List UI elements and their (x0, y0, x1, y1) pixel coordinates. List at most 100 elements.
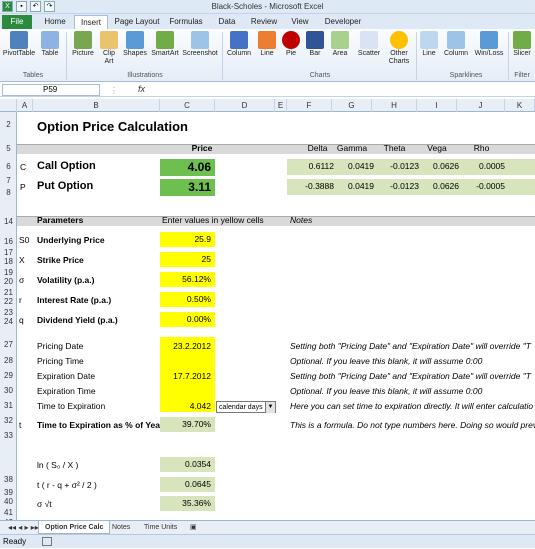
time-to-expiration-input[interactable]: 4.042 (160, 399, 215, 414)
row-header[interactable]: 18 (0, 257, 17, 266)
table-button[interactable]: Table (38, 31, 62, 58)
row-header[interactable]: 31 (0, 401, 17, 410)
dividend-yield-input[interactable]: 0.00% (160, 312, 215, 327)
sparkline-column-button[interactable]: Column (442, 31, 470, 58)
column-header[interactable]: B (33, 99, 160, 112)
column-header[interactable]: A (17, 99, 33, 112)
tab-file[interactable]: File (2, 15, 32, 29)
call-rho[interactable]: 0.0005 (459, 159, 505, 174)
row-header[interactable]: 38 (0, 475, 17, 484)
bar-chart-button[interactable]: Bar (304, 31, 326, 58)
tab-insert[interactable]: Insert (74, 15, 108, 29)
chevron-down-icon[interactable]: ▼ (265, 402, 275, 413)
row-header[interactable]: 19 (0, 268, 17, 277)
calc-value[interactable]: 35.36% (160, 496, 215, 511)
column-header[interactable]: D (215, 99, 275, 112)
row-header[interactable]: 5 (0, 144, 17, 153)
calc-value[interactable]: 0.0645 (160, 477, 215, 492)
column-header[interactable]: H (372, 99, 417, 112)
strike-price-input[interactable]: 25 (160, 252, 215, 267)
new-sheet-icon[interactable]: ▣ (184, 521, 203, 534)
time-unit-dropdown[interactable]: calendar days ▼ (216, 401, 276, 413)
call-theta[interactable]: -0.0123 (374, 159, 419, 174)
row-header[interactable]: 17 (0, 248, 17, 257)
pivottable-button[interactable]: PivotTable (2, 31, 36, 58)
calc-value[interactable]: 0.0354 (160, 457, 215, 472)
worksheet-grid[interactable]: Option Price Calculation Price Delta Gam… (17, 112, 535, 534)
row-header[interactable]: 20 (0, 277, 17, 286)
sheet-tab-option-price-calc[interactable]: Option Price Calc (38, 521, 111, 534)
sheet-tab-time-units[interactable]: Time Units (138, 521, 183, 534)
row-header[interactable]: 28 (0, 356, 17, 365)
call-vega[interactable]: 0.0626 (419, 159, 459, 174)
put-price[interactable]: 3.11 (160, 179, 215, 196)
column-header[interactable]: I (417, 99, 457, 112)
column-header[interactable]: K (505, 99, 535, 112)
volatility-input[interactable]: 56.12% (160, 272, 215, 287)
clipart-button[interactable]: Clip Art (98, 31, 120, 66)
column-header[interactable]: C (160, 99, 215, 112)
row-header[interactable]: 2 (0, 120, 17, 129)
put-gamma[interactable]: 0.0419 (334, 179, 374, 194)
tab-data[interactable]: Data (212, 15, 242, 29)
row-header[interactable]: 33 (0, 431, 17, 440)
macro-record-icon[interactable] (42, 537, 53, 547)
column-header[interactable]: F (287, 99, 332, 112)
call-delta[interactable]: 0.6112 (289, 159, 334, 174)
tab-developer[interactable]: Developer (320, 15, 366, 29)
area-chart-button[interactable]: Area (328, 31, 352, 58)
column-header[interactable]: E (275, 99, 287, 112)
row-header[interactable]: 16 (0, 237, 17, 246)
underlying-price-input[interactable]: 25.9 (160, 232, 215, 247)
row-header[interactable]: 7 (0, 176, 17, 185)
put-rho[interactable]: -0.0005 (459, 179, 505, 194)
pie-chart-button[interactable]: Pie (280, 31, 302, 58)
other-charts-button[interactable]: Other Charts (386, 31, 412, 66)
interest-rate-input[interactable]: 0.50% (160, 292, 215, 307)
smartart-button[interactable]: SmartArt (150, 31, 180, 58)
name-box[interactable]: P59 (2, 84, 100, 96)
expiration-date-input[interactable]: 17.7.2012 (160, 369, 215, 384)
row-header[interactable]: 6 (0, 162, 17, 171)
row-header[interactable]: 27 (0, 340, 17, 349)
row-header[interactable]: 14 (0, 217, 17, 226)
row-header[interactable]: 30 (0, 386, 17, 395)
screenshot-button[interactable]: Screenshot (182, 31, 218, 58)
scatter-chart-button[interactable]: Scatter (354, 31, 384, 58)
line-chart-button[interactable]: Line (256, 31, 278, 58)
fx-icon[interactable]: fx (138, 84, 145, 94)
call-gamma[interactable]: 0.0419 (334, 159, 374, 174)
pricing-date-input[interactable]: 23.2.2012 (160, 339, 215, 354)
put-delta[interactable]: -0.3888 (289, 179, 334, 194)
sparkline-line-button[interactable]: Line (418, 31, 440, 58)
tpct-value[interactable]: 39.70% (160, 417, 215, 432)
row-header[interactable]: 8 (0, 188, 17, 197)
tab-review[interactable]: Review (246, 15, 282, 29)
row-header[interactable]: 41 (0, 508, 17, 517)
column-header[interactable]: J (457, 99, 505, 112)
row-header[interactable]: 40 (0, 497, 17, 506)
put-theta[interactable]: -0.0123 (374, 179, 419, 194)
row-header[interactable]: 39 (0, 488, 17, 497)
tab-view[interactable]: View (286, 15, 314, 29)
picture-button[interactable]: Picture (70, 31, 96, 58)
tab-page-layout[interactable]: Page Layout (112, 15, 162, 29)
put-vega[interactable]: 0.0626 (419, 179, 459, 194)
pricing-time-input[interactable] (160, 354, 215, 369)
sheet-tab-notes[interactable]: Notes (106, 521, 136, 534)
row-header[interactable]: 29 (0, 371, 17, 380)
winloss-button[interactable]: Win/Loss (472, 31, 506, 58)
tab-formulas[interactable]: Formulas (166, 15, 206, 29)
row-header[interactable]: 23 (0, 308, 17, 317)
tab-home[interactable]: Home (40, 15, 70, 29)
row-header[interactable]: 22 (0, 297, 17, 306)
row-header[interactable]: 21 (0, 288, 17, 297)
column-header[interactable]: G (332, 99, 372, 112)
select-all-corner[interactable] (0, 99, 17, 112)
slicer-button[interactable]: Slicer (510, 31, 534, 58)
shapes-button[interactable]: Shapes (122, 31, 148, 58)
row-header[interactable]: 24 (0, 317, 17, 326)
column-chart-button[interactable]: Column (224, 31, 254, 58)
row-header[interactable]: 32 (0, 416, 17, 425)
call-price[interactable]: 4.06 (160, 159, 215, 176)
